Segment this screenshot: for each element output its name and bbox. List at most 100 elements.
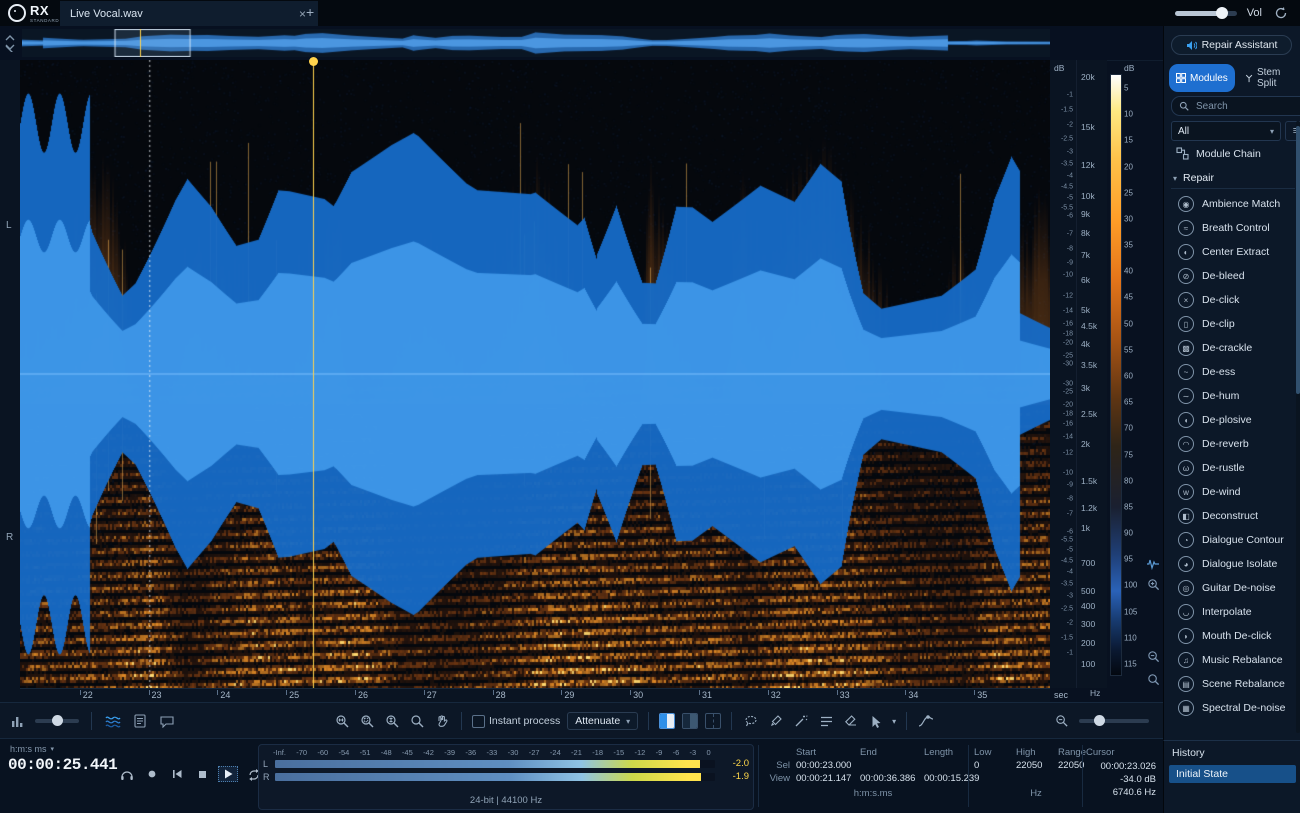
module-item-dialogue-isolate[interactable]: ◕Dialogue Isolate <box>1164 552 1294 576</box>
monitor-headphones-icon[interactable] <box>118 765 136 783</box>
modules-scrollbar[interactable] <box>1296 121 1300 733</box>
amplitude-ruler-toggle-icon[interactable] <box>1146 558 1160 570</box>
amp-tick: -12 <box>1063 292 1073 299</box>
amp-tick: -2 <box>1067 121 1073 128</box>
module-label: De-ess <box>1202 366 1235 378</box>
module-item-de-hum[interactable]: ∼De-hum <box>1164 384 1294 408</box>
horizontal-zoom-out-icon[interactable] <box>1053 712 1071 730</box>
search-input[interactable] <box>1194 100 1284 113</box>
spectrogram-editor[interactable] <box>20 60 1050 688</box>
zoom-time-selection-icon[interactable] <box>333 712 351 730</box>
skip-to-start-button[interactable] <box>168 765 186 783</box>
module-item-de-clip[interactable]: ▯De-clip <box>1164 312 1294 336</box>
play-button[interactable] <box>218 766 238 782</box>
file-tab[interactable]: Live Vocal.wav × <box>60 1 318 26</box>
module-item-breath-control[interactable]: ≈Breath Control <box>1164 216 1294 240</box>
meter-bridge-icon[interactable] <box>8 712 26 730</box>
frequency-ruler[interactable]: 20k15k12k10k9k8k7k6k5k4.5k4k3.5k3k2.5k2k… <box>1076 60 1107 688</box>
brush-selection-icon[interactable] <box>767 712 785 730</box>
eraser-tool-icon[interactable] <box>842 712 860 730</box>
playhead-marker[interactable] <box>309 57 318 66</box>
session-notes-icon[interactable] <box>131 712 149 730</box>
spectrogram-colorbar[interactable] <box>1110 74 1122 676</box>
record-button[interactable] <box>143 765 161 783</box>
module-item-de-crackle[interactable]: ▩De-crackle <box>1164 336 1294 360</box>
tab-stem-split-label: Stem Split <box>1257 67 1294 89</box>
module-item-center-extract[interactable]: ◐Center Extract <box>1164 240 1294 264</box>
time-ruler[interactable]: 2223242526272829303132333435 <box>20 688 1050 703</box>
monitor-gain-slider[interactable] <box>35 719 79 723</box>
module-item-de-click[interactable]: ×De-click <box>1164 288 1294 312</box>
module-item-deconstruct[interactable]: ◧Deconstruct <box>1164 504 1294 528</box>
process-mode-select[interactable]: Attenuate ▾ <box>567 712 638 730</box>
repair-assistant-button[interactable]: Repair Assistant <box>1171 35 1292 55</box>
time-format-selector[interactable]: h:m:s ms ▾ <box>10 744 54 754</box>
category-filter-select[interactable]: All ▾ <box>1171 121 1281 141</box>
module-item-dialogue-contour[interactable]: ◔Dialogue Contour <box>1164 528 1294 552</box>
colorbar-tick: 5 <box>1124 84 1128 93</box>
vertical-zoom-out-icon[interactable] <box>1147 650 1160 663</box>
de-ess-icon: ~ <box>1178 364 1194 380</box>
repair-section-toggle[interactable]: ▾ Repair <box>1171 172 1295 189</box>
level-meters[interactable]: -Inf.-70-60-54-51-48-45-42-39-36-33-30-2… <box>258 744 754 810</box>
freq-header-high: High <box>1016 747 1056 760</box>
module-item-de-wind[interactable]: wDe-wind <box>1164 480 1294 504</box>
module-item-music-rebalance[interactable]: ♫Music Rebalance <box>1164 648 1294 672</box>
monitor-gain-knob[interactable] <box>52 715 63 726</box>
new-tab-button[interactable]: + <box>306 4 314 20</box>
freq-high-value: 22050 <box>1016 760 1056 773</box>
time-tick: 29 <box>561 690 574 700</box>
module-item-scene-rebalance[interactable]: ▤Scene Rebalance <box>1164 672 1294 696</box>
instant-process-toggle[interactable]: Instant process <box>472 715 560 728</box>
stop-button[interactable] <box>193 765 211 783</box>
grab-hand-icon[interactable] <box>433 712 451 730</box>
colorbar-tick: 40 <box>1124 267 1133 276</box>
vertical-zoom-fit-icon[interactable] <box>1147 673 1160 686</box>
view-waveform-button[interactable] <box>705 713 721 729</box>
tool-options-chevron-icon[interactable]: ▾ <box>892 717 896 726</box>
module-item-de-bleed[interactable]: ⊘De-bleed <box>1164 264 1294 288</box>
modules-scrollbar-thumb[interactable] <box>1296 126 1300 394</box>
tab-modules[interactable]: Modules <box>1169 64 1235 92</box>
grid-icon <box>1176 73 1186 83</box>
amplitude-ruler[interactable]: -1-1.5-2-2.5-3-3.5-4-4.5-5-5.5-6-7-8-9-1… <box>1050 60 1076 688</box>
view-spectrogram-button[interactable] <box>682 713 698 729</box>
vertical-zoom-in-icon[interactable] <box>1147 578 1160 591</box>
overview-waveform[interactable] <box>22 29 1050 57</box>
module-item-de-ess[interactable]: ~ De-ess <box>1164 360 1294 384</box>
view-spectrogram-waveform-button[interactable] <box>659 713 675 729</box>
tab-stem-split[interactable]: Stem Split <box>1238 64 1300 92</box>
zoom-frequency-selection-icon[interactable] <box>383 712 401 730</box>
volume-slider[interactable] <box>1175 11 1237 16</box>
module-item-interpolate[interactable]: ◡Interpolate <box>1164 600 1294 624</box>
cursor-arrow-tool-icon[interactable] <box>867 712 885 730</box>
overview-resize-handle[interactable] <box>4 34 16 52</box>
horizontal-zoom-slider[interactable] <box>1079 719 1149 723</box>
module-item-guitar-de-noise[interactable]: ◎Guitar De-noise <box>1164 576 1294 600</box>
zoom-tool-icon[interactable] <box>408 712 426 730</box>
reset-meters-icon[interactable] <box>1272 4 1290 22</box>
history-item-initial-state[interactable]: Initial State <box>1169 765 1296 783</box>
horizontal-zoom-knob[interactable] <box>1094 715 1105 726</box>
module-item-spectral-de-noise[interactable]: ▦Spectral De-noise <box>1164 696 1294 720</box>
module-item-de-reverb[interactable]: ◠De-reverb <box>1164 432 1294 456</box>
module-chain-button[interactable]: Module Chain <box>1171 147 1261 160</box>
module-item-ambience-match[interactable]: ◉Ambience Match <box>1164 192 1294 216</box>
magic-wand-icon[interactable] <box>792 712 810 730</box>
module-item-de-rustle[interactable]: ωDe-rustle <box>1164 456 1294 480</box>
zoom-selection-icon[interactable] <box>358 712 376 730</box>
module-search[interactable] <box>1171 96 1300 116</box>
selection-list-icon[interactable] <box>817 712 835 730</box>
instant-process-checkbox[interactable] <box>472 715 485 728</box>
fade-curve-tool-icon[interactable] <box>917 712 935 730</box>
lasso-selection-icon[interactable] <box>742 712 760 730</box>
process-mode-value: Attenuate <box>575 715 620 727</box>
module-item-de-plosive[interactable]: ◖De-plosive <box>1164 408 1294 432</box>
spectrogram-settings-icon[interactable] <box>104 712 122 730</box>
colorbar-tick: 75 <box>1124 450 1133 459</box>
de-clip-icon: ▯ <box>1178 316 1194 332</box>
volume-slider-knob[interactable] <box>1216 7 1228 19</box>
module-item-mouth-de-click[interactable]: ◗Mouth De-click <box>1164 624 1294 648</box>
time-tick: 30 <box>630 690 643 700</box>
comments-icon[interactable] <box>158 712 176 730</box>
